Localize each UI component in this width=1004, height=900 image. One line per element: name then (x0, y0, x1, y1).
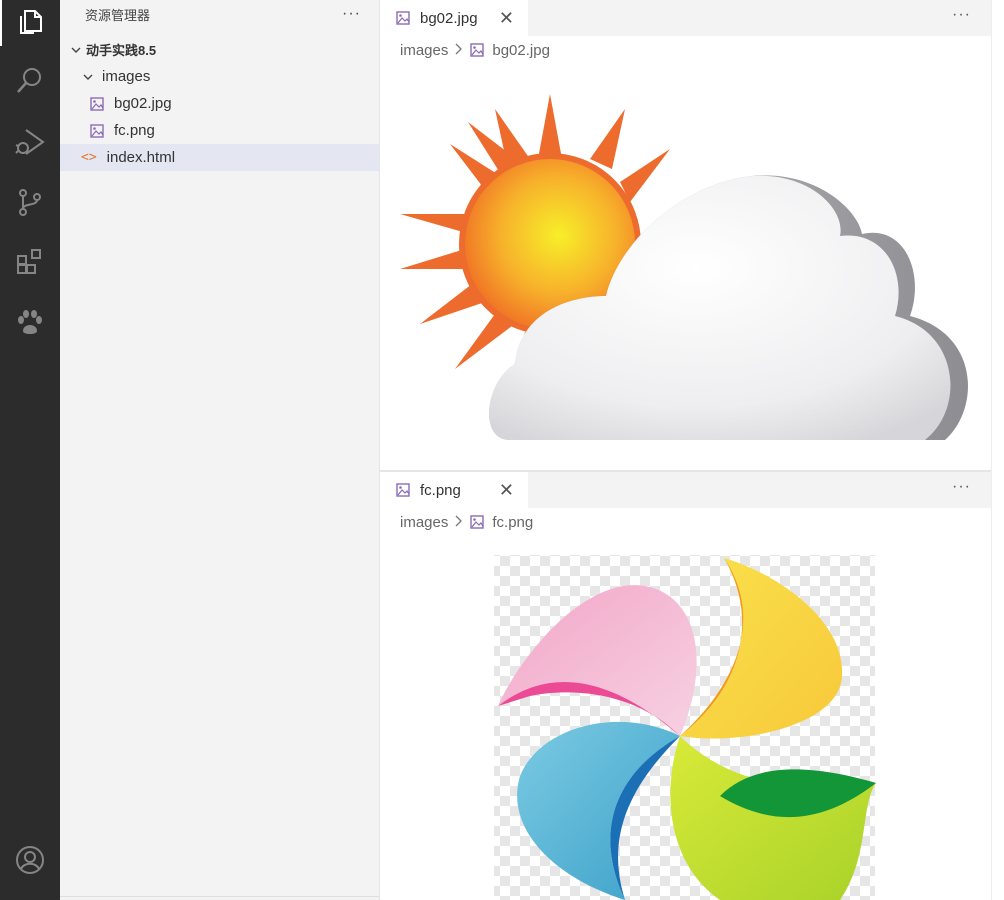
file-row-bg02[interactable]: bg02.jpg (60, 90, 379, 117)
run-debug-button[interactable] (0, 114, 60, 170)
weather-image (400, 94, 968, 440)
run-debug-icon (15, 129, 45, 155)
file-label-fc: fc.png (114, 122, 155, 139)
account-icon (16, 846, 44, 874)
tab-label: bg02.jpg (420, 9, 478, 27)
images-folder-row[interactable]: images (60, 63, 379, 90)
sidebar-bottom-divider (60, 896, 379, 897)
tab-label: fc.png (420, 481, 461, 499)
editor-more-button[interactable]: ··· (952, 6, 971, 24)
paw-button[interactable] (0, 294, 60, 350)
image-file-icon (470, 515, 485, 529)
files-icon (20, 10, 42, 34)
editor-more-button[interactable]: ··· (952, 478, 971, 496)
chevron-down-icon (80, 72, 96, 82)
breadcrumb: images fc.png (380, 508, 991, 536)
image-file-icon (90, 96, 104, 111)
source-control-button[interactable] (0, 174, 60, 230)
file-row-index[interactable]: <> index.html (60, 144, 379, 171)
chevron-down-icon (68, 45, 84, 55)
source-control-icon (19, 189, 41, 216)
close-icon[interactable]: ✕ (499, 480, 514, 500)
breadcrumb-file[interactable]: fc.png (492, 514, 533, 531)
project-folder-row[interactable]: 动手实践8.5 (60, 36, 379, 63)
file-label-bg02: bg02.jpg (114, 95, 172, 112)
file-tree: 动手实践8.5 images bg02.jpg fc.png <> index.… (60, 36, 379, 171)
explorer-button[interactable] (0, 0, 60, 50)
image-file-icon (470, 43, 485, 57)
tab-bg02[interactable]: bg02.jpg ✕ (380, 0, 528, 36)
paw-icon (18, 310, 42, 334)
explorer-title: 资源管理器 (85, 7, 151, 23)
activity-bar (0, 0, 60, 900)
scrollbar-track[interactable] (991, 0, 1004, 900)
tab-fc[interactable]: fc.png ✕ (380, 472, 528, 508)
extensions-icon (17, 249, 41, 274)
search-icon (17, 68, 41, 93)
extensions-button[interactable] (0, 234, 60, 290)
project-folder-label: 动手实践8.5 (86, 43, 157, 58)
tab-bar-top: bg02.jpg ✕ ··· (380, 0, 991, 36)
breadcrumb-folder[interactable]: images (400, 42, 448, 59)
explorer-more-button[interactable]: ··· (342, 5, 361, 23)
tab-bar-bottom: fc.png ✕ ··· (380, 472, 991, 508)
explorer-header: 资源管理器 ··· (60, 0, 379, 28)
breadcrumb-file[interactable]: bg02.jpg (492, 42, 550, 59)
breadcrumb: images bg02.jpg (380, 36, 991, 64)
file-label-index: index.html (106, 149, 176, 166)
image-file-icon (396, 483, 410, 497)
editor-group-bottom: fc.png ✕ ··· images fc.png (380, 472, 991, 900)
file-row-fc[interactable]: fc.png (60, 117, 379, 144)
chevron-right-icon (454, 42, 463, 58)
html-file-icon: <> (81, 150, 97, 165)
images-folder-label: images (102, 68, 151, 85)
account-button[interactable] (0, 832, 60, 888)
image-file-icon (90, 123, 104, 138)
explorer-sidebar: 资源管理器 ··· 动手实践8.5 images bg02.jpg fc.png… (60, 0, 380, 900)
chevron-right-icon (454, 514, 463, 530)
breadcrumb-folder[interactable]: images (400, 514, 448, 531)
search-button[interactable] (0, 52, 60, 108)
pinwheel-image (494, 555, 876, 900)
image-file-icon (396, 11, 410, 25)
close-icon[interactable]: ✕ (499, 8, 514, 28)
editor-group-top: bg02.jpg ✕ ··· images bg02.jpg (380, 0, 991, 470)
